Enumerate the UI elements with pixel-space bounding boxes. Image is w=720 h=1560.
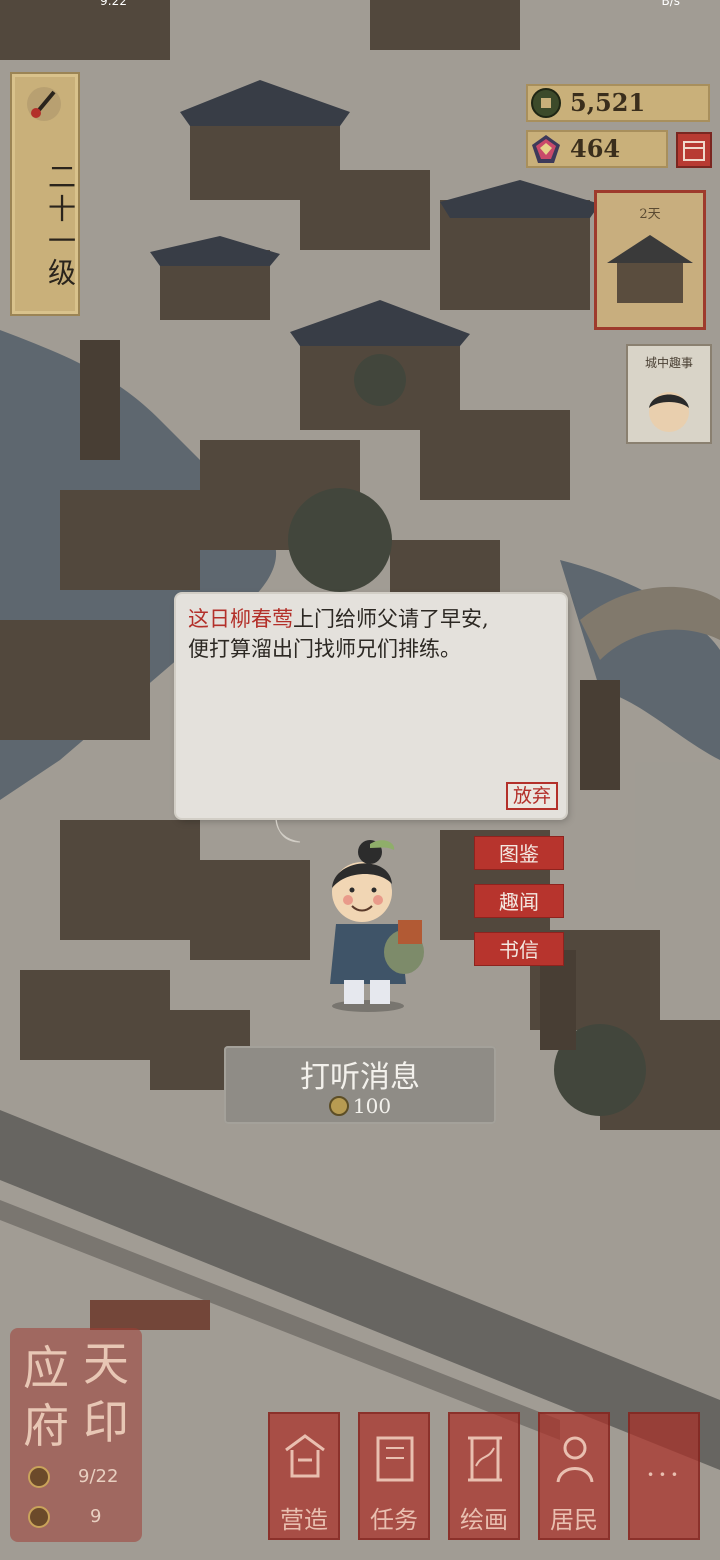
figure-icon (28, 1466, 50, 1488)
person-face-icon (649, 392, 689, 432)
gossip-card[interactable]: 城中趣事 (626, 344, 712, 444)
season-card[interactable]: 2天 (594, 190, 706, 330)
tasks-label: 任务 (370, 1506, 418, 1534)
scroll-icon (468, 1436, 502, 1482)
abandon-button[interactable]: 放弃 (506, 782, 558, 810)
coin-value: 5,521 (570, 88, 646, 117)
catalog-button[interactable]: 图鉴 (474, 836, 564, 870)
residents-label: 居民 (550, 1506, 598, 1534)
shop-icon[interactable] (676, 132, 712, 168)
seal-count: 9 (90, 1506, 102, 1527)
story-line-1: 上门给师父请了早安, (293, 607, 489, 631)
painting-button[interactable]: 绘画 (448, 1412, 520, 1540)
coin-counter[interactable]: 5,521 (526, 84, 710, 122)
build-button[interactable]: 营造 (268, 1412, 340, 1540)
inquire-title: 打听消息 (300, 1060, 420, 1095)
status-time: 9:22 (100, 0, 127, 8)
tasks-button[interactable]: 任务 (358, 1412, 430, 1540)
inquire-cost: 100 (224, 1094, 496, 1118)
seal-char-2: 天 (83, 1337, 129, 1391)
season-label: 2天 (639, 207, 661, 222)
resident-icon (556, 1436, 594, 1483)
book-icon (376, 1436, 414, 1482)
more-button[interactable]: ··· (628, 1412, 700, 1540)
seal-char-4: 印 (83, 1395, 129, 1449)
coin-icon (531, 88, 561, 118)
level-label: 二十一级 (44, 162, 77, 290)
status-network: B/s (661, 0, 680, 8)
inquire-news-button[interactable]: 打听消息 100 (224, 1046, 496, 1124)
gem-icon (532, 135, 560, 163)
status-bar: 9:22 B/s (0, 0, 720, 8)
coin-icon (28, 1506, 50, 1528)
speech-tail-icon (275, 818, 301, 843)
shop-glyph-icon (683, 141, 705, 161)
more-icon: ··· (646, 1458, 682, 1491)
prefecture-seal[interactable]: 应 天 府 印 9/22 9 (10, 1328, 142, 1542)
house-icon (607, 235, 693, 303)
story-character-name: 这日柳春莺 (188, 607, 293, 631)
seal-progress-row: 9/22 (18, 1464, 134, 1492)
gem-counter[interactable]: 464 (526, 130, 668, 168)
anecdotes-button[interactable]: 趣闻 (474, 884, 564, 918)
seal-chars: 应 天 府 印 (16, 1336, 136, 1456)
story-text: 这日柳春莺上门给师父请了早安, 便打算溜出门找师兄们排练。 (188, 604, 554, 664)
seal-count-row: 9 (18, 1504, 134, 1532)
residents-button[interactable]: 居民 (538, 1412, 610, 1540)
build-icon (285, 1434, 325, 1478)
gossip-label: 城中趣事 (644, 356, 693, 370)
story-line-2: 便打算溜出门找师兄们排练。 (188, 637, 461, 661)
gem-value: 464 (570, 134, 621, 163)
build-label: 营造 (280, 1506, 328, 1534)
character-sprite[interactable] (300, 834, 440, 1014)
seal-char-1: 应 (23, 1341, 69, 1395)
inquire-cost-value: 100 (352, 1094, 392, 1118)
brush-icon (27, 87, 61, 121)
painting-label: 绘画 (460, 1506, 508, 1534)
seal-progress: 9/22 (78, 1466, 119, 1487)
level-badge[interactable]: 二十一级 (10, 72, 80, 316)
game-screen: 9:22 B/s 二十一级 5,521 464 2天 城中趣事 这日柳春莺上门给… (0, 0, 720, 1560)
letters-button[interactable]: 书信 (474, 932, 564, 966)
seal-char-3: 府 (23, 1399, 69, 1453)
coin-icon (328, 1096, 349, 1116)
